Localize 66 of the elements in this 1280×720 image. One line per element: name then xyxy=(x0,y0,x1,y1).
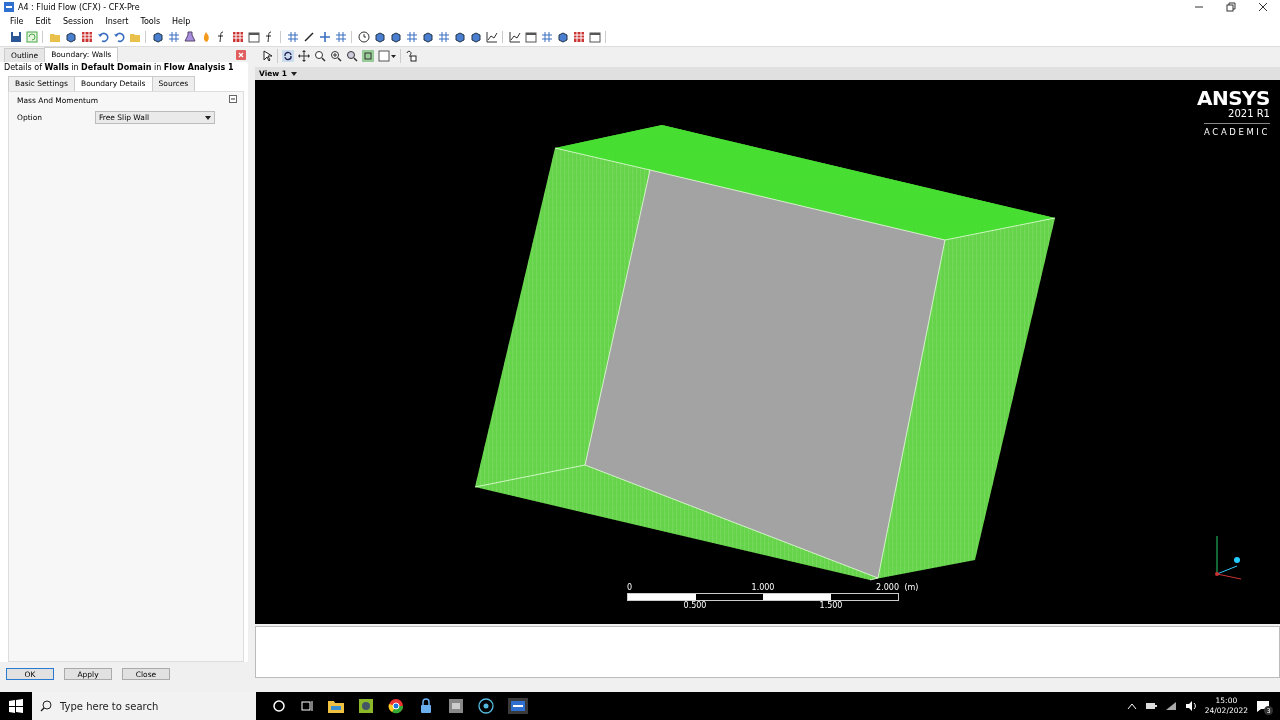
scale-unit: (m) xyxy=(904,582,919,592)
fit-view-icon[interactable] xyxy=(362,50,374,62)
select-box-icon[interactable] xyxy=(378,50,396,62)
close-icon[interactable] xyxy=(1258,2,1268,12)
plus-icon[interactable] xyxy=(319,31,331,43)
chevron-up-icon[interactable] xyxy=(1126,702,1137,710)
scale-label: 1.000 xyxy=(751,582,775,592)
clock-icon[interactable] xyxy=(358,31,370,43)
scale-label: 2.000 xyxy=(876,582,899,592)
pointer-icon[interactable] xyxy=(261,50,273,62)
grid-icon[interactable] xyxy=(168,31,180,43)
scale-label: 0 xyxy=(627,582,633,592)
battery-icon[interactable] xyxy=(1144,702,1157,710)
menu-item[interactable]: Insert xyxy=(99,16,135,26)
speaker-icon[interactable] xyxy=(1184,701,1197,711)
scale-label: 1.500 xyxy=(819,600,843,610)
search-icon xyxy=(40,700,52,712)
menu-item[interactable]: Edit xyxy=(29,16,57,26)
caret-icon[interactable] xyxy=(291,71,298,76)
zoom-box-icon[interactable] xyxy=(346,50,358,62)
cortana-icon[interactable] xyxy=(272,699,286,713)
table-icon[interactable] xyxy=(81,31,93,43)
line-icon[interactable] xyxy=(303,31,315,43)
details-heading: Details of Walls in Default Domain in Flow Analysis 1 xyxy=(0,62,248,73)
task-view-icon[interactable] xyxy=(300,699,314,713)
caret-icon xyxy=(205,116,211,120)
logo-edition: ACADEMIC xyxy=(1204,122,1270,137)
menu-item[interactable]: Session xyxy=(56,16,100,26)
grid-icon[interactable] xyxy=(438,31,450,43)
menu-item[interactable]: File xyxy=(4,16,30,26)
folder-icon[interactable] xyxy=(328,699,344,713)
app-icon[interactable] xyxy=(508,698,528,714)
browser-icon[interactable] xyxy=(388,698,404,714)
undo-icon[interactable] xyxy=(113,31,125,43)
chart-icon[interactable] xyxy=(509,31,521,43)
collapse-icon[interactable] xyxy=(229,95,237,103)
lock-icon[interactable] xyxy=(418,698,434,714)
save-icon[interactable] xyxy=(10,31,22,43)
window-icon[interactable] xyxy=(589,31,601,43)
refresh-icon[interactable] xyxy=(26,31,38,43)
window-icon[interactable] xyxy=(525,31,537,43)
windows-logo-icon[interactable] xyxy=(9,699,23,713)
circle-target-icon[interactable] xyxy=(478,698,494,714)
pan-icon[interactable] xyxy=(298,50,310,62)
zoom-in-icon[interactable] xyxy=(330,50,342,62)
search-field[interactable]: Type here to search xyxy=(32,692,256,720)
grid-icon[interactable] xyxy=(287,31,299,43)
search-placeholder: Type here to search xyxy=(60,700,159,712)
scale-label: 0.500 xyxy=(683,600,707,610)
restore-icon[interactable] xyxy=(1226,2,1236,12)
window-title: A4 : Fluid Flow (CFX) - CFX-Pre xyxy=(18,2,141,12)
flask-icon[interactable] xyxy=(184,31,196,43)
grid-icon[interactable] xyxy=(335,31,347,43)
menu-item[interactable]: Tools xyxy=(134,16,167,26)
zoom-icon[interactable] xyxy=(314,50,326,62)
undo-icon[interactable] xyxy=(97,31,109,43)
chart-icon[interactable] xyxy=(486,31,498,43)
grid-icon[interactable] xyxy=(541,31,553,43)
logo-version: 2021 R1 xyxy=(1228,107,1270,120)
window-icon[interactable] xyxy=(248,31,260,43)
table-icon[interactable] xyxy=(573,31,585,43)
rotate-icon[interactable] xyxy=(282,50,294,62)
grid-icon[interactable] xyxy=(406,31,418,43)
table-icon[interactable] xyxy=(232,31,244,43)
menu-item[interactable]: Help xyxy=(166,16,197,26)
logo-name: ANSYS xyxy=(1197,87,1270,108)
